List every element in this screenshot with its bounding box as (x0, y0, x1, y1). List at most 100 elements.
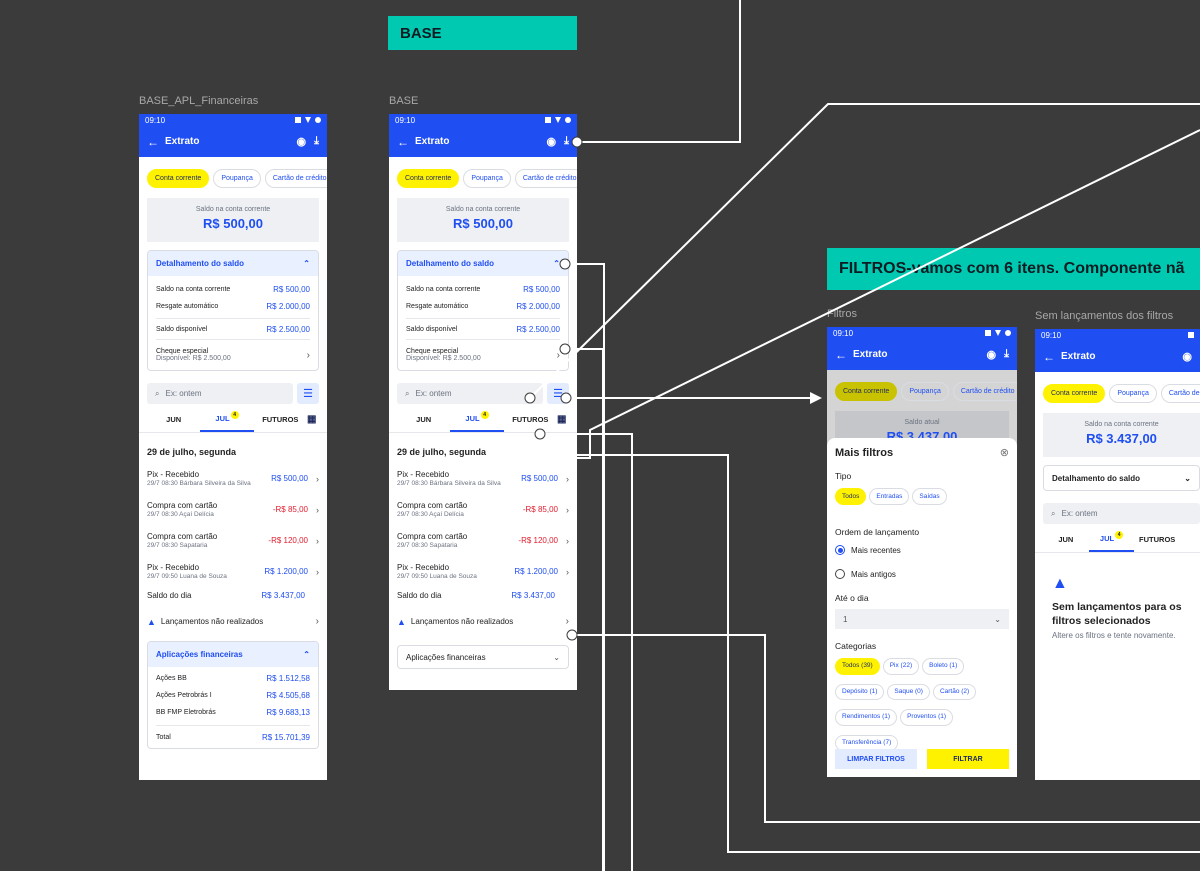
filter-sliders-icon[interactable]: ☰ (297, 383, 319, 404)
chip-categoria[interactable]: Proventos (1) (900, 709, 954, 726)
detalhamento-row: Saldo na conta corrente R$ 500,00 (148, 281, 318, 298)
transaction-row[interactable]: Compra com cartão 29/7 08:30 Açaí Delícia… (139, 494, 327, 525)
detalhamento-collapsed[interactable]: Detalhamento do saldo ⌄ (1043, 465, 1200, 491)
warning-icon: ▲ (397, 616, 406, 627)
chevron-right-icon: › (316, 473, 319, 484)
chip-cartao-credito[interactable]: Cartão de crédito (952, 382, 1017, 401)
search-input[interactable]: ⌕ Ex: ontem (397, 383, 543, 404)
chip-categoria[interactable]: Saque (0) (887, 683, 930, 700)
chip-saidas[interactable]: Saídas (912, 488, 947, 505)
tab-jun[interactable]: JUN (397, 407, 450, 432)
frame-label-filtros: Filtros (827, 308, 857, 320)
aplicacao-row: Ações BB R$ 1.512,58 (156, 674, 310, 683)
chip-poupanca[interactable]: Poupança (463, 169, 511, 188)
chip-conta-corrente[interactable]: Conta corrente (147, 169, 210, 188)
chip-categoria[interactable]: Rendimentos (1) (835, 709, 898, 726)
cheque-especial-row[interactable]: Cheque especial Disponível: R$ 2.500,00 › (148, 340, 318, 370)
filtrar-button[interactable]: FILTRAR (927, 749, 1009, 769)
row-label: Saldo na conta corrente (156, 286, 231, 293)
back-arrow-icon[interactable]: ← (147, 135, 159, 149)
limpar-filtros-button[interactable]: LIMPAR FILTROS (835, 749, 917, 769)
chip-poupanca[interactable]: Poupança (1109, 384, 1157, 403)
close-icon[interactable]: ⊗ (1000, 446, 1009, 459)
tab-jun[interactable]: JUN (147, 407, 200, 432)
transaction-amount: R$ 1.200,00 (264, 567, 308, 576)
search-icon: ⌕ (405, 388, 410, 398)
account-chips: Conta corrente Poupança Cartão de crédit… (1035, 372, 1200, 413)
radio-mais-antigos[interactable]: Mais antigos (835, 569, 1009, 579)
chip-categoria[interactable]: Todos (39) (835, 658, 880, 675)
back-arrow-icon[interactable]: ← (1043, 350, 1055, 364)
row-value: R$ 2.500,00 (266, 324, 310, 334)
chip-categoria[interactable]: Depósito (1) (835, 683, 885, 700)
calendar-icon[interactable]: ▦ (557, 414, 569, 425)
eye-icon[interactable]: ◉ (297, 135, 307, 148)
aplicacoes-total: Total R$ 15.701,39 (156, 732, 310, 742)
tipo-label: Tipo (835, 471, 852, 481)
filtros-section-header: FILTROS-vamos com 6 itens. Componente nã (827, 248, 1200, 290)
tab-futuros[interactable]: FUTUROS (504, 407, 557, 432)
tab-futuros[interactable]: FUTUROS (254, 407, 307, 432)
tab-futuros[interactable]: FUTUROS (1134, 527, 1180, 552)
aplicacoes-header[interactable]: Aplicações financeiras ⌃ (148, 642, 318, 667)
eye-icon[interactable]: ◉ (1182, 350, 1192, 363)
chip-cartao-credito[interactable]: Cartão de crédito (514, 169, 577, 188)
status-time: 09:10 (145, 115, 166, 125)
search-input[interactable]: ⌕ Ex: ontem (147, 383, 293, 404)
chip-entradas[interactable]: Entradas (869, 488, 910, 505)
aplicacoes-collapsed[interactable]: Aplicações financeiras ⌄ (397, 645, 569, 669)
chevron-right-icon: › (306, 349, 310, 361)
status-bar: 09:10 (139, 114, 327, 126)
tab-jul[interactable]: JUL 4 (200, 407, 254, 432)
account-chips: Conta corrente Poupança Cartão de crédit… (389, 157, 577, 198)
saldo-card: Saldo na conta corrente R$ 3.437,00 (1043, 413, 1200, 457)
transaction-row[interactable]: Pix - Recebido 29/7 09:50 Luana de Souza R… (139, 556, 327, 587)
download-icon[interactable]: ⤓ (564, 135, 569, 148)
aplicacao-row: BB FMP Eletrobrás R$ 9.683,13 (156, 708, 310, 717)
filter-sliders-icon[interactable]: ☰ (547, 383, 569, 404)
chip-conta-corrente[interactable]: Conta corrente (1043, 384, 1106, 403)
search-input[interactable]: ⌕ Ex: ontem (1043, 503, 1200, 524)
transaction-row[interactable]: Compra com cartão 29/7 08:30 Açaí Delícia… (389, 494, 577, 525)
transaction-row[interactable]: Pix - Recebido 29/7 09:50 Luana de Souza R… (389, 556, 577, 587)
cheque-especial-row[interactable]: Cheque especial Disponível: R$ 2.500,00 › (398, 340, 568, 370)
detalhamento-header[interactable]: Detalhamento do saldo ⌃ (148, 251, 318, 276)
eye-icon[interactable]: ◉ (987, 348, 997, 361)
phone-base: 09:10 ← Extrato ◉ ⤓ Conta corrente Poupa… (389, 114, 577, 690)
back-arrow-icon[interactable]: ← (397, 135, 409, 149)
transaction-row[interactable]: Pix - Recebido 29/7 08:30 Bárbara Silveir… (139, 463, 327, 494)
aplicacoes-card: Aplicações financeiras ⌃ Ações BB R$ 1.512… (147, 641, 319, 749)
download-icon[interactable]: ⤓ (1004, 348, 1009, 361)
chip-categoria[interactable]: Cartão (2) (932, 683, 977, 700)
chip-cartao-credito[interactable]: Cartão de crédito (1160, 384, 1200, 403)
tab-jul[interactable]: JUL 4 (1088, 527, 1135, 552)
chip-poupanca[interactable]: Poupança (901, 382, 949, 401)
chip-conta-corrente[interactable]: Conta corrente (835, 382, 898, 401)
detalhamento-card: Detalhamento do saldo ⌃ Saldo na conta co… (397, 250, 569, 371)
back-arrow-icon[interactable]: ← (835, 348, 847, 362)
account-chips: Conta corrente Poupança Cartão de crédit… (827, 370, 1017, 411)
chip-todos[interactable]: Todos (835, 488, 867, 505)
eye-icon[interactable]: ◉ (547, 135, 557, 148)
search-row: ⌕ Ex: ontem (1043, 503, 1200, 524)
transaction-row[interactable]: Compra com cartão 29/7 08:30 Sapataria -R$… (389, 525, 577, 556)
transaction-row[interactable]: Pix - Recebido 29/7 08:30 Bárbara Silveir… (389, 463, 577, 494)
transaction-row[interactable]: Compra com cartão 29/7 08:30 Sapataria -R$… (139, 525, 327, 556)
ate-label: Até o dia (835, 593, 869, 603)
chip-conta-corrente[interactable]: Conta corrente (397, 169, 460, 188)
ate-dia-select[interactable]: 1 ⌄ (835, 609, 1009, 629)
tab-jul[interactable]: JUL 4 (450, 407, 504, 432)
detalhamento-header[interactable]: Detalhamento do saldo ⌃ (398, 251, 568, 276)
radio-mais-recentes[interactable]: Mais recentes (835, 545, 1009, 555)
calendar-icon[interactable]: ▦ (307, 414, 319, 425)
tab-jun[interactable]: JUN (1043, 527, 1089, 552)
chip-poupanca[interactable]: Poupança (213, 169, 261, 188)
download-icon[interactable]: ⤓ (314, 135, 319, 148)
chip-categoria[interactable]: Boleto (1) (922, 658, 965, 675)
app-bar: ← Extrato ◉ ⤓ (139, 126, 327, 157)
chip-cartao-credito[interactable]: Cartão de crédito (264, 169, 327, 188)
chip-categoria[interactable]: Pix (22) (882, 658, 920, 675)
frame-label-apl: BASE_APL_Financeiras (139, 95, 259, 107)
lancamentos-nao-realizados[interactable]: ▲ Lançamentos não realizados › (389, 604, 577, 639)
lancamentos-nao-realizados[interactable]: ▲ Lançamentos não realizados › (139, 604, 327, 639)
